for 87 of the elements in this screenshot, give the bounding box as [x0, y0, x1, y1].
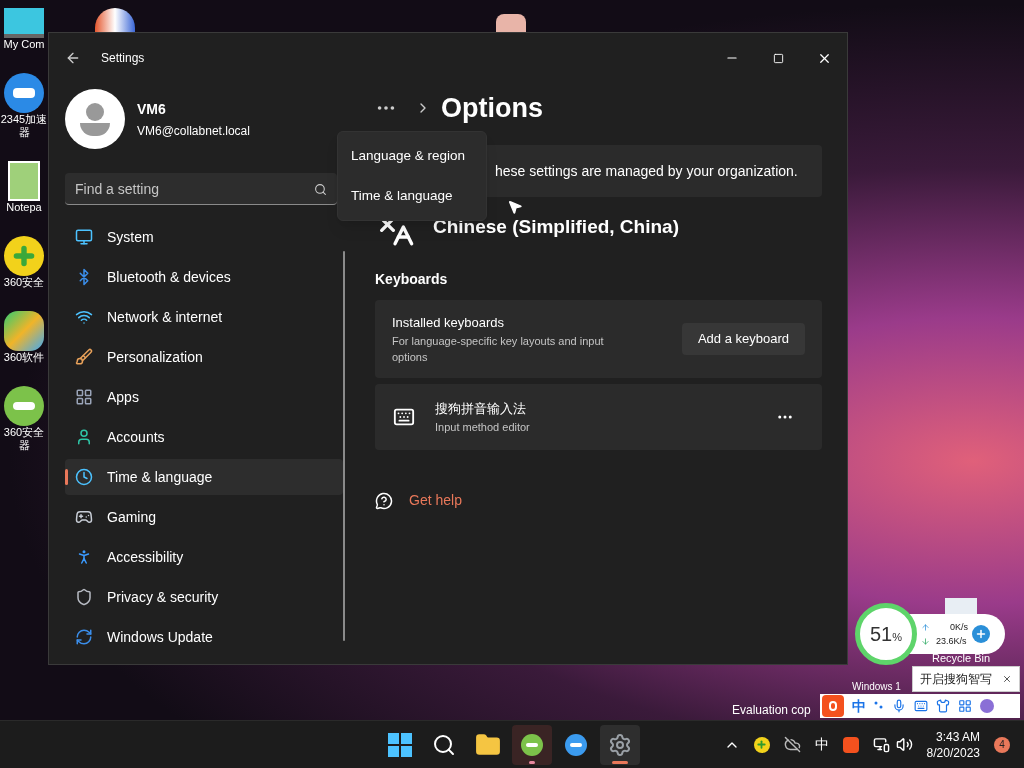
scrollbar[interactable] [343, 251, 345, 641]
nav-item[interactable]: Bluetooth & devices [65, 259, 343, 295]
keyboard-icon[interactable] [914, 699, 928, 713]
close-icon[interactable] [1002, 673, 1012, 685]
desktop-icon-label[interactable]: 2345加速 [0, 113, 48, 126]
download-icon [921, 636, 930, 646]
folder-icon [475, 731, 501, 758]
desktop-icon-label[interactable]: My Com [3, 38, 45, 51]
page-title: Options [441, 91, 543, 125]
nav-item[interactable]: Privacy & security [65, 579, 343, 615]
clock[interactable]: 3:43 AM 8/20/2023 [926, 728, 980, 761]
punctuation-icon[interactable] [874, 701, 884, 711]
desktop-icon-label[interactable]: 360安全 [3, 426, 45, 439]
desktop-icon-label[interactable]: Recycle Bin [932, 652, 991, 665]
input-mode[interactable]: 中 [814, 734, 829, 755]
search-icon [432, 732, 456, 757]
input-mode[interactable]: 中 [852, 695, 866, 717]
network-icon [75, 308, 93, 326]
tip-text: 开启搜狗智写 [920, 671, 992, 688]
back-icon[interactable] [65, 50, 81, 66]
monitor-icon [4, 8, 44, 38]
personalization-icon [75, 348, 93, 366]
nav-item[interactable]: System [65, 219, 343, 255]
system-icon [75, 228, 93, 246]
apps-icon [75, 388, 93, 406]
desktop-icon-label[interactable]: 器 [18, 439, 30, 452]
add-keyboard-button[interactable]: Add a keyboard [681, 323, 805, 355]
maximize-icon [772, 52, 784, 64]
nav-item[interactable]: Windows Update [65, 619, 343, 655]
desktop-icon-label[interactable]: 器 [18, 126, 30, 139]
privacy-icon [75, 588, 93, 606]
window-title: Settings [101, 50, 145, 67]
gauge-unit: % [892, 630, 902, 645]
account-email: VM6@collabnet.local [137, 122, 250, 140]
language-name: Chinese (Simplified, China) [433, 214, 679, 239]
menu-item[interactable]: Language & region [338, 136, 486, 176]
app-icon [496, 14, 526, 32]
nav-item[interactable]: Time & language [65, 459, 343, 495]
nav-item[interactable]: Network & internet [65, 299, 343, 335]
microphone-icon[interactable] [892, 699, 906, 713]
keyboard-icon [393, 406, 415, 428]
activation-text: Evaluation cop [732, 702, 811, 719]
help-icon [375, 491, 393, 510]
desktop-icon-label[interactable]: 360软件 [3, 351, 45, 364]
plus-icon[interactable] [753, 736, 770, 753]
nav-item[interactable]: Accessibility [65, 539, 343, 575]
menu-item[interactable]: Time & language [338, 176, 486, 216]
grid-icon[interactable] [958, 699, 972, 713]
keyboard-type: Input method editor [435, 419, 530, 435]
cloud-off-icon[interactable] [783, 736, 801, 753]
notice-text: hese settings are managed by your organization. [495, 161, 798, 181]
desktop-icon-label[interactable]: Notepa [6, 201, 42, 214]
selection-indicator [65, 469, 68, 485]
windows-logo-icon [388, 732, 412, 757]
card-title: Installed keyboards [392, 314, 505, 333]
keyboard-name: 搜狗拼音输入法 [435, 400, 527, 418]
time-icon [75, 468, 93, 486]
upload-icon [921, 622, 930, 632]
card-description: For language-specific key layouts and input options [392, 333, 605, 365]
accounts-icon [75, 428, 93, 446]
running-indicator [529, 760, 535, 764]
gear-icon [608, 732, 632, 757]
gauge-percent: 51 [870, 622, 893, 647]
update-icon [75, 628, 93, 646]
activation-text: Windows 1 [852, 680, 901, 694]
nav-item[interactable]: Accounts [65, 419, 343, 455]
taskbar-app[interactable] [600, 724, 640, 765]
notification-badge[interactable]: 4 [994, 736, 1010, 753]
nav-item[interactable]: Personalization [65, 339, 343, 375]
download-speed: 23.6K/s [936, 635, 967, 648]
nav-item[interactable]: Apps [65, 379, 343, 415]
gaming-icon [75, 508, 93, 526]
get-help-link[interactable]: Get help [409, 490, 462, 511]
mouse-cursor-icon [507, 199, 523, 215]
taskbar-app[interactable] [512, 724, 552, 765]
account-name: VM6 [137, 99, 167, 119]
shirt-icon[interactable] [936, 699, 950, 713]
network-icon[interactable] [872, 736, 890, 753]
search-field[interactable]: Find a setting [65, 173, 337, 205]
section-heading: Keyboards [375, 270, 449, 289]
search-icon [314, 183, 327, 196]
avatar [65, 89, 125, 149]
volume-icon[interactable] [895, 736, 913, 753]
running-indicator [612, 760, 628, 764]
nav-item[interactable]: Gaming [65, 499, 343, 535]
upload-speed: 0K/s [949, 621, 968, 634]
desktop-icon-label[interactable]: 360安全 [3, 276, 45, 289]
